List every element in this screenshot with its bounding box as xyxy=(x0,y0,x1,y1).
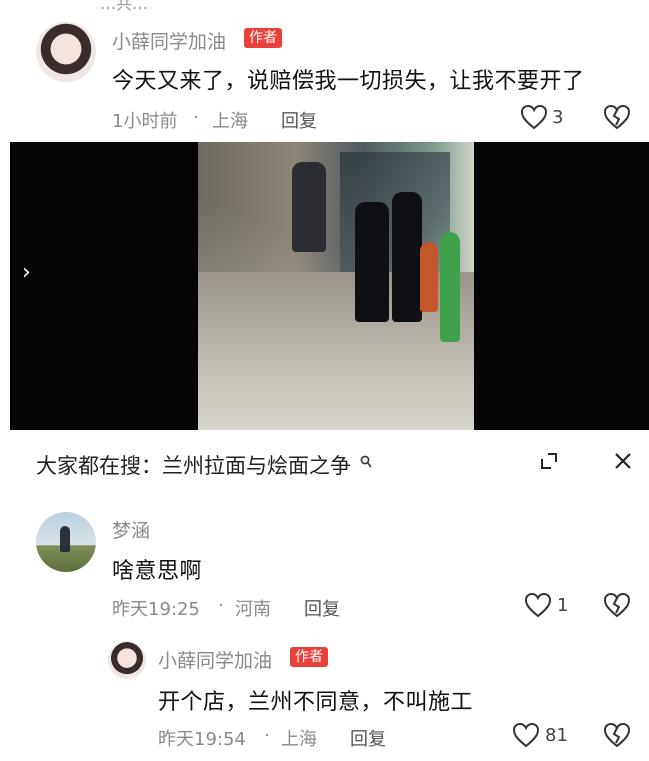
reply-button[interactable]: 回复 xyxy=(281,107,317,133)
hot-search-suggestion[interactable]: 大家都在搜：兰州拉面与烩面之争 xyxy=(36,450,372,480)
reply-button[interactable]: 回复 xyxy=(350,725,386,751)
video-person xyxy=(292,162,326,252)
video-person xyxy=(440,232,460,342)
comment-time: 1小时前 xyxy=(112,111,178,132)
like-heart-icon[interactable] xyxy=(524,592,552,618)
comment-text: 啥意思啊 xyxy=(112,559,203,584)
like-count: 81 xyxy=(545,725,568,746)
video-player[interactable]: › xyxy=(10,142,649,430)
close-icon[interactable] xyxy=(613,451,633,471)
comment-location: 上海 xyxy=(212,111,248,132)
meta-separator: · xyxy=(264,725,270,746)
avatar[interactable] xyxy=(36,512,96,572)
reply-button[interactable]: 回复 xyxy=(304,595,340,621)
comment-author[interactable]: 梦涵 xyxy=(112,516,150,543)
like-count: 1 xyxy=(557,595,569,616)
search-icon xyxy=(360,450,372,474)
dislike-broken-heart-icon[interactable] xyxy=(603,592,631,618)
author-badge: 作者 xyxy=(290,647,328,667)
comment-time: 昨天19:54 xyxy=(158,729,246,750)
comment-author[interactable]: 小薛同学加油 xyxy=(158,646,272,673)
video-person xyxy=(392,192,422,322)
avatar[interactable] xyxy=(36,22,96,82)
comment-text: 今天又来了，说赔偿我一切损失，让我不要开了 xyxy=(112,69,585,94)
comment-time: 昨天19:25 xyxy=(112,599,200,620)
meta-separator: · xyxy=(218,595,224,616)
video-person xyxy=(355,202,389,322)
clipped-top-text: …共… xyxy=(100,0,149,13)
comment-location: 河南 xyxy=(235,599,271,620)
author-badge: 作者 xyxy=(244,28,282,48)
hot-search-text: 大家都在搜：兰州拉面与烩面之争 xyxy=(36,454,351,478)
dislike-broken-heart-icon[interactable] xyxy=(603,104,631,130)
meta-separator: · xyxy=(193,107,199,128)
comment-author[interactable]: 小薛同学加油 xyxy=(112,27,226,54)
expand-icon[interactable] xyxy=(539,451,559,471)
like-heart-icon[interactable] xyxy=(520,104,548,130)
comment-text: 开个店，兰州不同意，不叫施工 xyxy=(158,690,474,715)
like-heart-icon[interactable] xyxy=(512,722,540,748)
like-count: 3 xyxy=(552,107,564,128)
comment-location: 上海 xyxy=(281,729,317,750)
chevron-right-icon[interactable]: › xyxy=(22,260,31,285)
dislike-broken-heart-icon[interactable] xyxy=(603,722,631,748)
video-person xyxy=(420,242,438,312)
avatar[interactable] xyxy=(108,641,146,679)
